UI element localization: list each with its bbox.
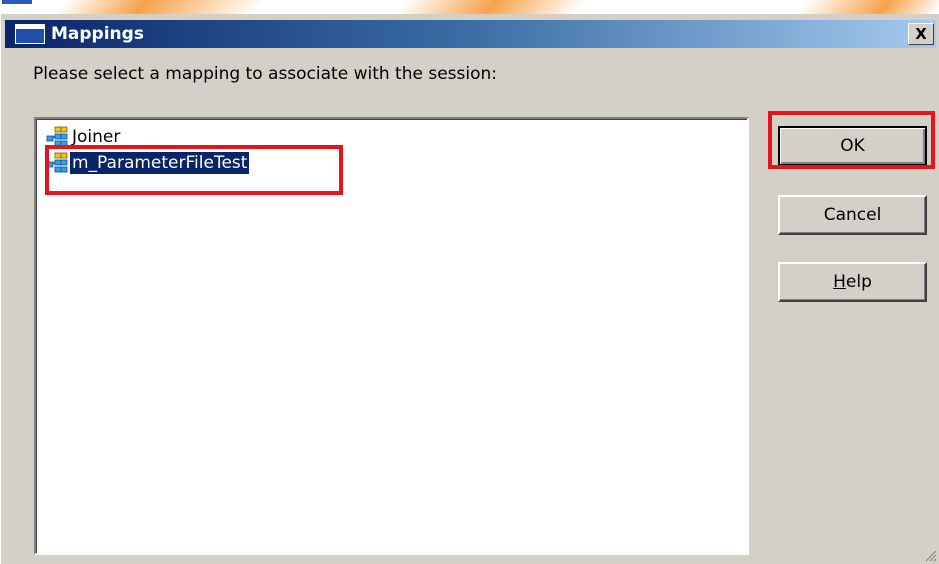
title-bar[interactable]: Mappings X xyxy=(5,20,936,48)
highlight-ok-button xyxy=(768,111,935,169)
window-title: Mappings xyxy=(51,24,144,44)
help-mnemonic: H xyxy=(833,272,846,292)
help-button[interactable]: Help xyxy=(778,262,927,302)
mappings-dialog: Mappings X Please select a mapping to as… xyxy=(0,14,939,564)
background-accent xyxy=(2,0,32,4)
cancel-button[interactable]: Cancel xyxy=(778,195,927,235)
help-label-rest: elp xyxy=(845,272,872,292)
close-button[interactable]: X xyxy=(908,23,934,45)
window-icon xyxy=(15,24,45,44)
resize-grip-icon[interactable] xyxy=(923,548,937,562)
prompt-label: Please select a mapping to associate wit… xyxy=(33,64,498,84)
highlight-selected-mapping xyxy=(45,145,343,195)
